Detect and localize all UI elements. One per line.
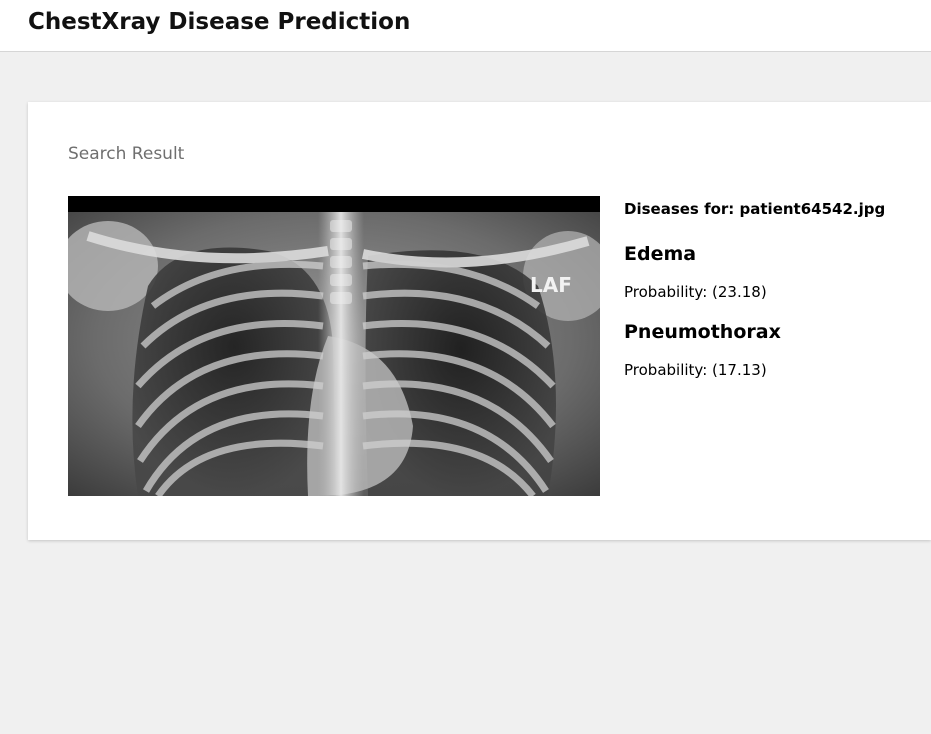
xray-marker-label: LAF: [530, 273, 572, 297]
top-navbar: ChestXray Disease Prediction: [0, 0, 931, 52]
prediction-results: Diseases for: patient64542.jpg Edema Pro…: [624, 200, 924, 379]
disease-probability: Probability: (17.13): [624, 361, 767, 379]
section-title: Search Result: [68, 144, 185, 164]
search-result-card: Search Result LAF Diseases for: patient6…: [28, 102, 931, 540]
disease-name: Edema: [624, 243, 697, 265]
xray-graphic: LAF: [68, 196, 600, 496]
disease-name: Pneumothorax: [624, 321, 781, 343]
prediction-item: Edema Probability: (23.18): [624, 243, 924, 301]
disease-probability: Probability: (23.18): [624, 283, 767, 301]
xray-image: LAF: [68, 196, 600, 496]
prediction-item: Pneumothorax Probability: (17.13): [624, 321, 924, 379]
diseases-for-label: Diseases for: patient64542.jpg: [624, 200, 886, 218]
app-title[interactable]: ChestXray Disease Prediction: [28, 9, 410, 35]
